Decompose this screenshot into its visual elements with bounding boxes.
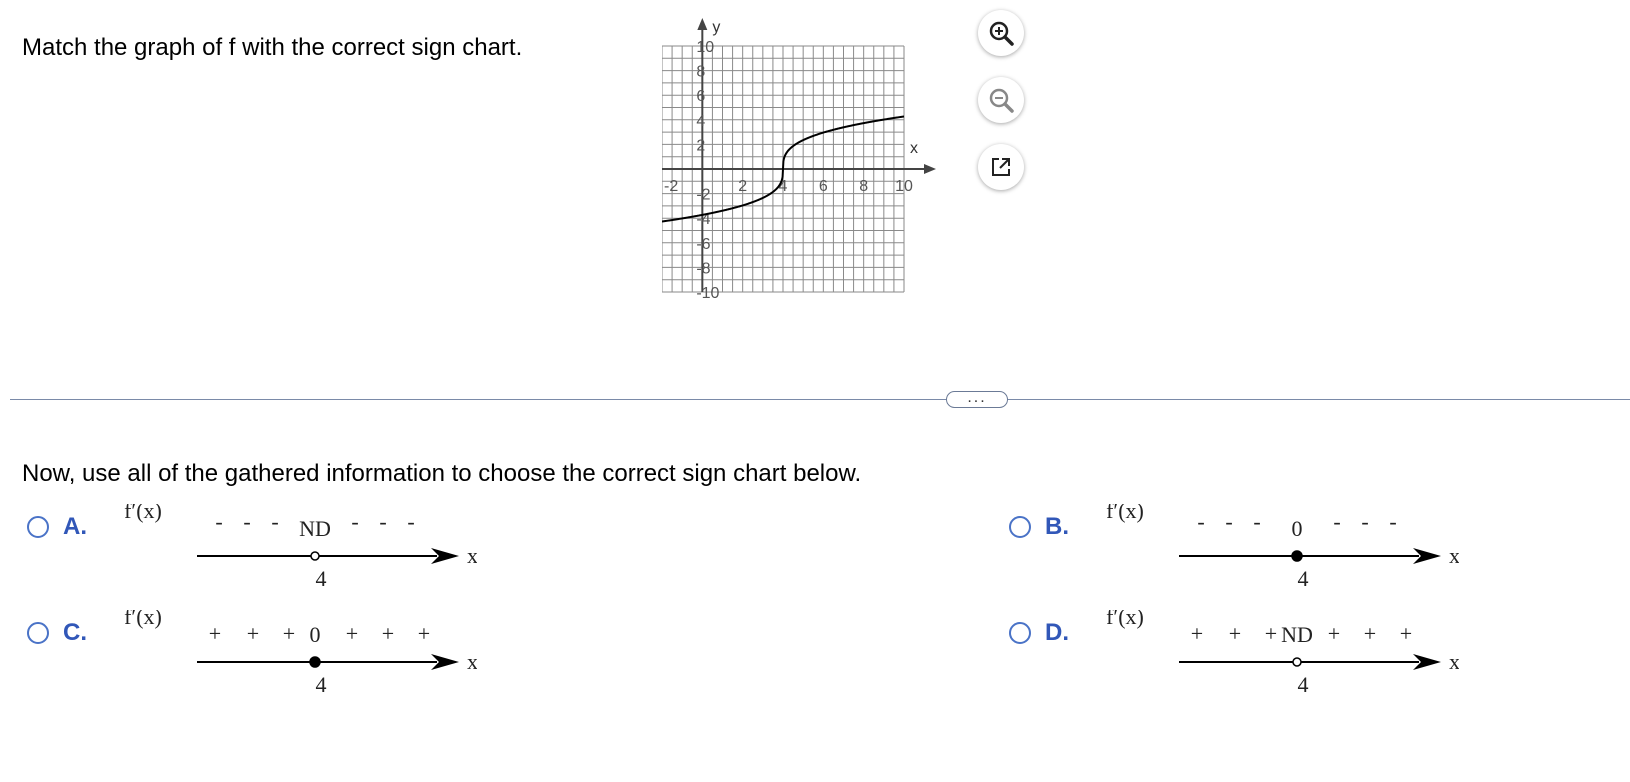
- sign-left: +: [1265, 621, 1277, 646]
- zoom-in-button[interactable]: [978, 10, 1024, 56]
- function-graph: -2 2 4 6 8 10 10 8 6 4 2 -2 -4 -6 -8 -10 x y: [661, 10, 962, 310]
- option-c-radio[interactable]: [27, 622, 49, 644]
- y-tick-label: -10: [696, 285, 719, 302]
- y-tick-label: 8: [696, 64, 705, 81]
- axis-variable-label: x: [1449, 649, 1459, 674]
- sign-left: -: [243, 509, 250, 534]
- critical-value-label: 0: [1292, 516, 1303, 541]
- y-tick-label: 10: [696, 39, 714, 56]
- popout-button[interactable]: [978, 144, 1024, 190]
- option-c-letter: C.: [63, 619, 87, 646]
- derivative-label: f′(x): [1106, 610, 1144, 629]
- sign-left: -: [1253, 509, 1260, 534]
- sign-left: -: [1225, 509, 1232, 534]
- sign-left: +: [1229, 621, 1241, 646]
- y-tick-label: -6: [696, 236, 710, 253]
- sign-right: +: [418, 621, 430, 646]
- critical-value-label: 0: [310, 622, 321, 647]
- option-a-radio[interactable]: [27, 516, 49, 538]
- sign-right: -: [407, 509, 414, 534]
- point-value-label: 4: [316, 566, 327, 591]
- open-point: [310, 551, 320, 561]
- zoom-out-icon: [989, 88, 1014, 113]
- option-b-sign-chart: f′(x) - - -0- - - x 4: [1099, 498, 1460, 599]
- option-b-letter: B.: [1045, 513, 1069, 540]
- derivative-label: f′(x): [124, 610, 162, 629]
- y-axis-arrow: [697, 18, 708, 30]
- option-d-sign-chart: f′(x) + + + ND + + + x 4: [1099, 604, 1460, 705]
- popout-icon: [992, 158, 1010, 176]
- sign-chart-svg: f′(x) + + +0 + + + x 4: [124, 604, 478, 697]
- sign-chart-svg: f′(x) - - -0- - -x4: [1106, 498, 1460, 591]
- axis-variable-label: x: [467, 649, 477, 674]
- x-tick-label: 6: [819, 178, 828, 195]
- sign-chart-svg: f′(x)+ + + ND + + +x4: [1106, 604, 1460, 697]
- option-b-radio[interactable]: [1009, 516, 1031, 538]
- axis-variable-label: x: [1449, 543, 1459, 568]
- zoom-in-icon: [989, 21, 1014, 46]
- x-tick-label: 4: [779, 178, 788, 195]
- section-divider: [10, 399, 1630, 400]
- sign-left: +: [209, 621, 221, 646]
- sign-left: -: [1197, 509, 1204, 534]
- sign-left: +: [247, 621, 259, 646]
- open-point: [1292, 657, 1302, 667]
- point-value-label: 4: [316, 672, 327, 697]
- sign-left: +: [283, 621, 295, 646]
- instruction-text: Now, use all of the gathered information…: [22, 460, 862, 487]
- sign-right: +: [346, 621, 358, 646]
- sign-right: +: [1400, 621, 1412, 646]
- sign-right: -: [351, 509, 358, 534]
- derivative-label: f′(x): [1106, 504, 1144, 523]
- derivative-label: f′(x): [124, 504, 162, 523]
- sign-right: +: [1328, 621, 1340, 646]
- option-d-radio[interactable]: [1009, 622, 1031, 644]
- critical-value-label: ND: [299, 516, 331, 541]
- y-tick-label: 2: [696, 137, 705, 154]
- y-tick-label: -8: [696, 260, 710, 277]
- sign-right: -: [1389, 509, 1396, 534]
- option-d-letter: D.: [1045, 619, 1069, 646]
- option-c-sign-chart: f′(x) + + +0 + + + x 4: [117, 604, 478, 705]
- option-a-letter: A.: [63, 513, 87, 540]
- x-axis-label: x: [910, 140, 918, 157]
- option-a-sign-chart: f′(x) - - - ND - - - x 4: [117, 498, 478, 599]
- zoom-out-button[interactable]: [978, 77, 1024, 123]
- sign-left: -: [215, 509, 222, 534]
- question-text: Match the graph of f with the correct si…: [22, 34, 523, 61]
- sign-right: -: [379, 509, 386, 534]
- sign-right: -: [1333, 509, 1340, 534]
- y-tick-label: 6: [696, 88, 705, 105]
- critical-value-label: ND: [1281, 622, 1313, 647]
- point-value-label: 4: [1298, 672, 1309, 697]
- point-value-label: 4: [1298, 566, 1309, 591]
- y-tick-label: -2: [696, 187, 710, 204]
- divider-handle-dots: ...: [967, 388, 987, 406]
- y-axis-label: y: [712, 19, 720, 36]
- sign-right: +: [382, 621, 394, 646]
- x-tick-label: 8: [859, 178, 868, 195]
- sign-right: -: [1361, 509, 1368, 534]
- axis-variable-label: x: [467, 543, 477, 568]
- x-tick-label: 10: [895, 178, 913, 195]
- closed-point: [309, 656, 321, 668]
- y-tick-label: 4: [696, 113, 705, 130]
- sign-left: +: [1191, 621, 1203, 646]
- sign-right: +: [1364, 621, 1376, 646]
- x-tick-label: -2: [664, 178, 678, 195]
- x-tick-label: 2: [738, 178, 747, 195]
- sign-left: -: [271, 509, 278, 534]
- x-axis-arrow: [924, 164, 936, 174]
- closed-point: [1291, 550, 1303, 562]
- graph-svg: -2 2 4 6 8 10108642-2-4-6-8-10 x y: [661, 18, 936, 302]
- sign-chart-svg: f′(x) - - - ND - - -x4: [124, 498, 478, 591]
- divider-handle[interactable]: ...: [946, 388, 1008, 408]
